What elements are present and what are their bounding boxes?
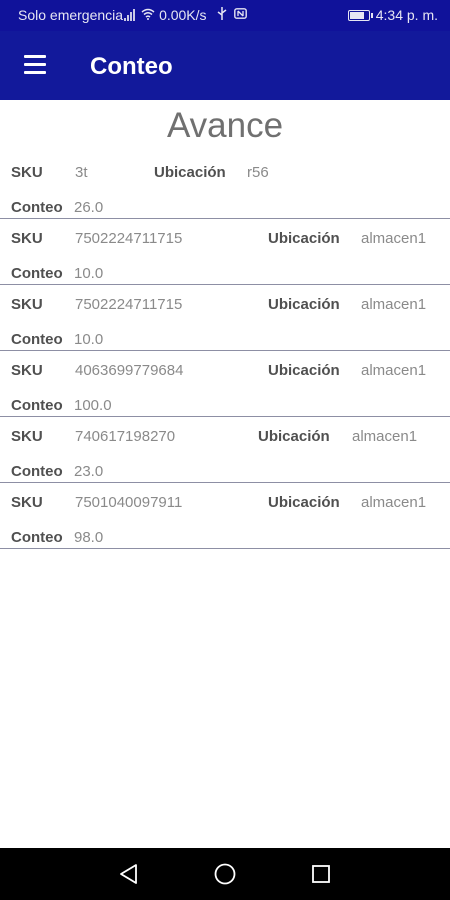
list-item[interactable]: SKU 7501040097911 Ubicación almacen1 Con… <box>0 483 450 549</box>
conteo-value: 10.0 <box>74 331 104 348</box>
sku-value: 7502224711715 <box>75 296 183 313</box>
ubicacion-value: almacen1 <box>361 230 427 247</box>
conteo-value: 26.0 <box>74 199 104 216</box>
menu-icon[interactable] <box>22 55 50 77</box>
conteo-value: 98.0 <box>74 529 104 546</box>
conteo-label: Conteo <box>11 199 63 216</box>
count-list: SKU 3t Ubicación r56 Conteo 26.0 SKU 750… <box>0 153 450 549</box>
sku-value: 740617198270 <box>75 428 176 445</box>
battery-icon <box>347 9 373 21</box>
conteo-label: Conteo <box>11 265 63 282</box>
home-icon[interactable] <box>213 862 237 886</box>
sku-label: SKU <box>11 494 43 511</box>
list-item[interactable]: SKU 3t Ubicación r56 Conteo 26.0 <box>0 153 450 219</box>
list-item[interactable]: SKU 7502224711715 Ubicación almacen1 Con… <box>0 219 450 285</box>
ubicacion-label: Ubicación <box>268 230 340 247</box>
ubicacion-value: almacen1 <box>361 362 427 379</box>
sku-label: SKU <box>11 230 43 247</box>
app-title: Conteo <box>90 53 173 80</box>
status-bar: Solo emergencia 0.00K/s 4:34 p. m. <box>0 0 450 31</box>
network-speed: 0.00K/s <box>159 7 207 23</box>
sku-label: SKU <box>11 164 43 181</box>
ubicacion-label: Ubicación <box>258 428 330 445</box>
wifi-icon <box>141 8 155 23</box>
list-item[interactable]: SKU 7502224711715 Ubicación almacen1 Con… <box>0 285 450 351</box>
conteo-label: Conteo <box>11 331 63 348</box>
back-icon[interactable] <box>117 862 141 886</box>
clock-text: 4:34 p. m. <box>375 7 438 23</box>
ubicacion-label: Ubicación <box>154 164 226 181</box>
ubicacion-label: Ubicación <box>268 296 340 313</box>
ubicacion-value: r56 <box>247 164 269 181</box>
sku-label: SKU <box>11 428 43 445</box>
conteo-value: 23.0 <box>74 463 104 480</box>
ubicacion-value: almacen1 <box>361 296 427 313</box>
sku-label: SKU <box>11 362 43 379</box>
ubicacion-value: almacen1 <box>352 428 418 445</box>
status-right: 4:34 p. m. <box>347 7 438 23</box>
app-bar: Conteo <box>0 31 450 100</box>
carrier-text: Solo emergencia <box>18 7 124 23</box>
ubicacion-label: Ubicación <box>268 494 340 511</box>
signal-icon <box>124 9 136 21</box>
list-item[interactable]: SKU 740617198270 Ubicación almacen1 Cont… <box>0 417 450 483</box>
status-left: Solo emergencia 0.00K/s <box>18 7 247 23</box>
sku-value: 7501040097911 <box>75 494 183 511</box>
sku-value: 4063699779684 <box>75 362 184 379</box>
list-item[interactable]: SKU 4063699779684 Ubicación almacen1 Con… <box>0 351 450 417</box>
conteo-value: 10.0 <box>74 265 104 282</box>
conteo-label: Conteo <box>11 529 63 546</box>
conteo-label: Conteo <box>11 397 63 414</box>
nfc-icon <box>233 8 247 22</box>
sku-value: 3t <box>75 164 88 181</box>
page-title: Avance <box>166 106 284 145</box>
ubicacion-label: Ubicación <box>268 362 340 379</box>
ubicacion-value: almacen1 <box>361 494 427 511</box>
conteo-label: Conteo <box>11 463 63 480</box>
sku-value: 7502224711715 <box>75 230 183 247</box>
sku-label: SKU <box>11 296 43 313</box>
conteo-value: 100.0 <box>74 397 112 414</box>
recent-apps-icon[interactable] <box>309 862 333 886</box>
usb-icon <box>217 7 227 23</box>
navigation-bar <box>0 848 450 900</box>
